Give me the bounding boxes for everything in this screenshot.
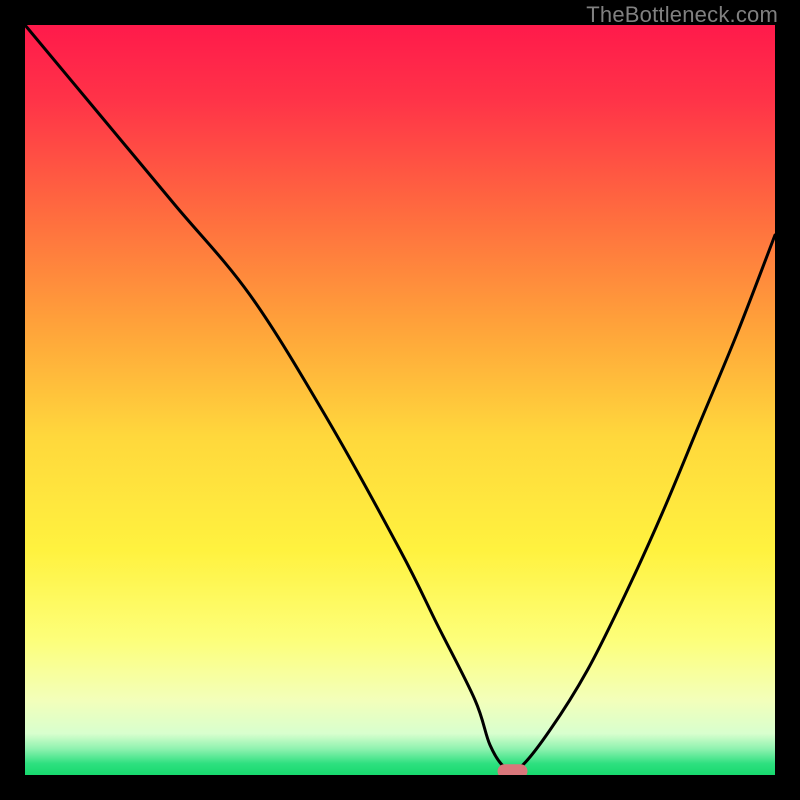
optimal-marker <box>498 764 528 775</box>
chart-frame: TheBottleneck.com <box>0 0 800 800</box>
plot-area <box>25 25 775 775</box>
bottleneck-curve <box>25 25 775 771</box>
curve-layer <box>25 25 775 775</box>
